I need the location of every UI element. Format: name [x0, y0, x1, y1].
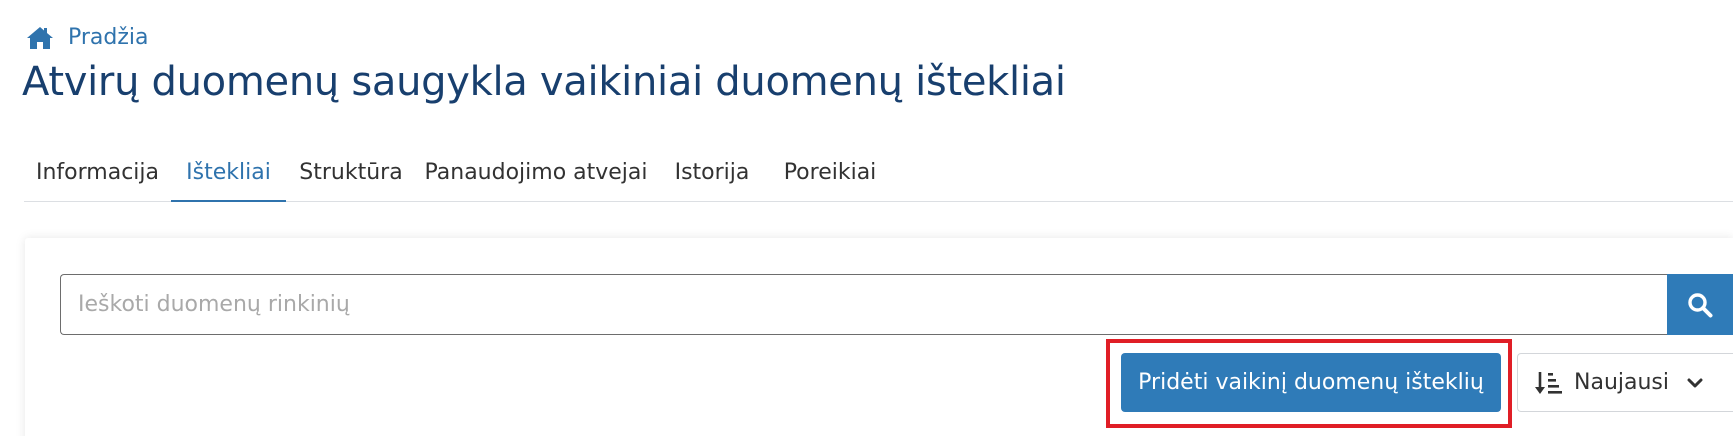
- sort-descending-icon: [1535, 371, 1562, 394]
- sort-selected-label: Naujausi: [1574, 370, 1669, 395]
- add-child-resource-button[interactable]: Pridėti vaikinį duomenų išteklių: [1121, 353, 1501, 412]
- tab-struktura[interactable]: Struktūra: [286, 148, 416, 200]
- chevron-down-icon: [1687, 378, 1703, 387]
- sort-dropdown[interactable]: Naujausi: [1517, 353, 1733, 412]
- tab-bar: Informacija Ištekliai Struktūra Panaudoj…: [24, 148, 1733, 202]
- search-button[interactable]: [1667, 274, 1733, 335]
- breadcrumb-home-link[interactable]: Pradžia: [26, 26, 149, 50]
- search-icon: [1688, 292, 1713, 317]
- tab-istekliai[interactable]: Ištekliai: [171, 148, 286, 202]
- search-input[interactable]: [60, 274, 1667, 335]
- tab-informacija[interactable]: Informacija: [24, 148, 171, 200]
- page-title: Atvirų duomenų saugykla vaikiniai duomen…: [22, 59, 1066, 105]
- page: Pradžia Atvirų duomenų saugykla vaikinia…: [0, 0, 1733, 436]
- tab-panaudojimo-atvejai[interactable]: Panaudojimo atvejai: [416, 148, 656, 200]
- tab-poreikiai[interactable]: Poreikiai: [768, 148, 892, 200]
- breadcrumb-label: Pradžia: [68, 25, 149, 50]
- home-icon: [27, 27, 53, 49]
- tab-istorija[interactable]: Istorija: [656, 148, 768, 200]
- search-bar: [60, 274, 1733, 335]
